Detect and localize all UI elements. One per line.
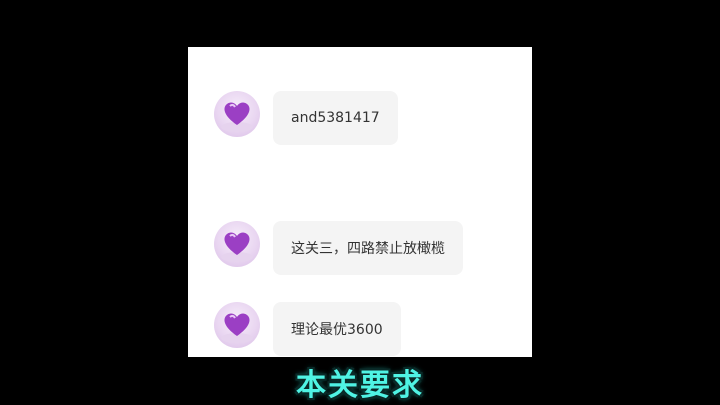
avatar[interactable] — [214, 221, 260, 267]
message-bubble: and5381417 — [273, 91, 398, 145]
message-bubble: 理论最优3600 — [273, 302, 401, 356]
purple-heart-icon — [221, 313, 253, 343]
video-subtitle: 本关要求 — [296, 368, 424, 403]
video-frame: and5381417 这关三，四路禁止放橄榄 理论最优3600 本关要求 — [0, 0, 720, 405]
purple-heart-icon — [221, 232, 253, 262]
avatar[interactable] — [214, 302, 260, 348]
avatar[interactable] — [214, 91, 260, 137]
chat-panel: and5381417 这关三，四路禁止放橄榄 理论最优3600 — [188, 47, 532, 357]
purple-heart-icon — [221, 102, 253, 132]
message-bubble: 这关三，四路禁止放橄榄 — [273, 221, 463, 275]
